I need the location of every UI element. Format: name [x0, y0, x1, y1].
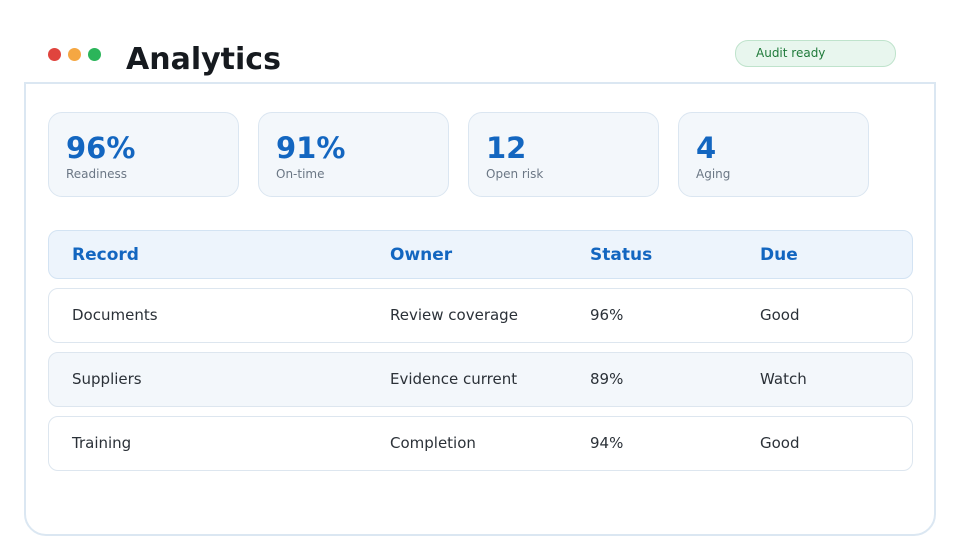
- cell-record: Suppliers: [72, 370, 142, 388]
- column-header-due[interactable]: Due: [760, 231, 798, 280]
- close-window-icon[interactable]: [48, 48, 61, 61]
- analytics-window: Analytics Audit ready 96% Readiness 91% …: [0, 0, 960, 560]
- cell-owner: Review coverage: [390, 306, 518, 324]
- kpi-value: 91%: [276, 131, 346, 165]
- kpi-label: Open risk: [486, 167, 544, 181]
- kpi-value: 4: [696, 131, 717, 165]
- status-badge: Audit ready: [735, 40, 896, 67]
- table-row[interactable]: Suppliers Evidence current 89% Watch: [48, 352, 913, 407]
- column-header-owner[interactable]: Owner: [390, 231, 452, 280]
- table-header: Record Owner Status Due: [48, 230, 913, 279]
- cell-status: 94%: [590, 434, 624, 452]
- cell-owner: Evidence current: [390, 370, 518, 388]
- cell-owner: Completion: [390, 434, 476, 452]
- kpi-value: 12: [486, 131, 527, 165]
- column-header-record[interactable]: Record: [72, 231, 139, 280]
- kpi-card-open-risk: 12 Open risk: [468, 112, 659, 197]
- kpi-card-aging: 4 Aging: [678, 112, 869, 197]
- cell-status: 89%: [590, 370, 624, 388]
- cell-record: Training: [72, 434, 132, 452]
- kpi-card-on-time: 91% On-time: [258, 112, 449, 197]
- kpi-value: 96%: [66, 131, 136, 165]
- kpi-label: Aging: [696, 167, 731, 181]
- cell-due: Watch: [760, 370, 807, 388]
- column-header-status[interactable]: Status: [590, 231, 652, 280]
- cell-record: Documents: [72, 306, 158, 324]
- cell-due: Good: [760, 306, 800, 324]
- cell-status: 96%: [590, 306, 624, 324]
- kpi-card-readiness: 96% Readiness: [48, 112, 239, 197]
- cell-due: Good: [760, 434, 800, 452]
- maximize-window-icon[interactable]: [88, 48, 101, 61]
- table-row[interactable]: Documents Review coverage 96% Good: [48, 288, 913, 343]
- page-title: Analytics: [126, 42, 281, 77]
- kpi-label: On-time: [276, 167, 325, 181]
- minimize-window-icon[interactable]: [68, 48, 81, 61]
- kpi-label: Readiness: [66, 167, 127, 181]
- table-row[interactable]: Training Completion 94% Good: [48, 416, 913, 471]
